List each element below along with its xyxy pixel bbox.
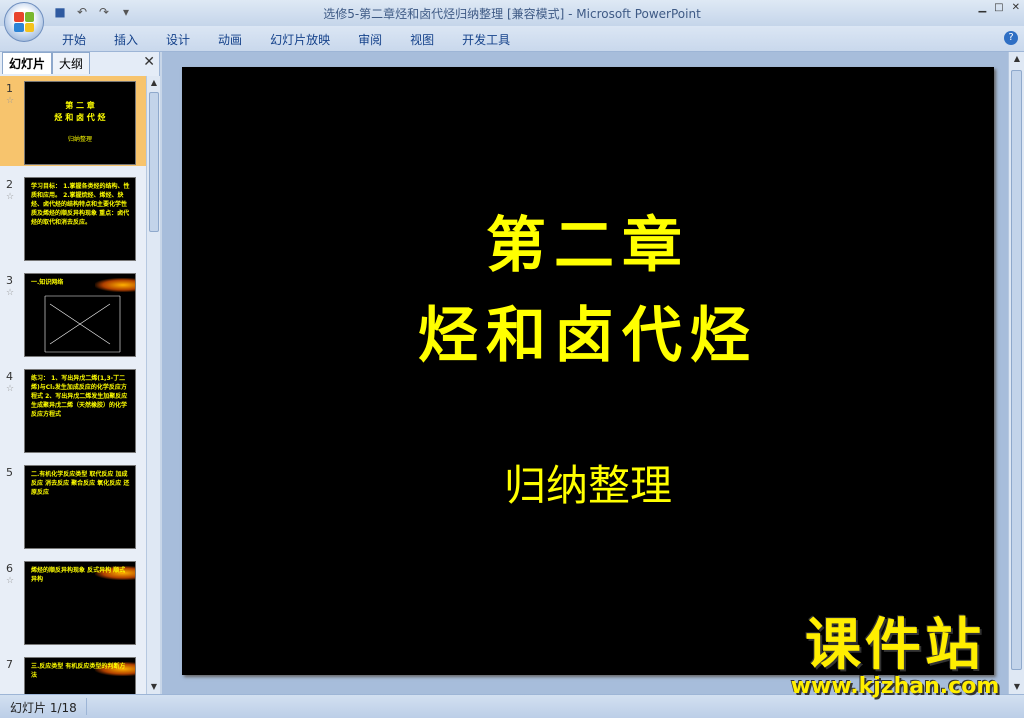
tab-view[interactable]: 视图 — [410, 31, 434, 48]
close-icon[interactable]: ✕ — [1012, 2, 1020, 13]
thumb-subtitle: 归纳整理 — [67, 136, 92, 143]
slide-preview: 学习目标： 1.掌握各类烃的结构、性质和应用。 2.掌握烷烃、烯烃、炔烃、卤代烃… — [24, 177, 136, 261]
watermark-title: 课件站 — [805, 612, 985, 678]
tab-animations[interactable]: 动画 — [218, 31, 242, 48]
slide-thumbnail[interactable]: 7 三.反应类型 有机反应类型的判断方法 — [0, 652, 146, 694]
animation-star-icon: ☆ — [6, 384, 15, 394]
editor-scrollbar[interactable]: ▲ ▼ — [1008, 52, 1024, 694]
thumb-text: 二.有机化学反应类型 取代反应 加成反应 消去反应 聚合反应 氧化反应 还原反应 — [31, 471, 130, 496]
slide-preview: 一.知识网络 — [24, 273, 136, 357]
slide-number: 3 — [6, 274, 13, 287]
scroll-up-icon[interactable]: ▲ — [147, 76, 161, 90]
tab-slides[interactable]: 幻灯片 — [2, 52, 53, 74]
watermark: 课件站 www.kjzhan.com — [770, 615, 1020, 699]
thumb-title-line: 第 二 章 — [65, 101, 95, 110]
panel-tabs: 幻灯片 大纲 — [2, 52, 158, 74]
slide-canvas[interactable]: 第二章 烃和卤代烃 归纳整理 — [182, 67, 994, 675]
slide-subtitle[interactable]: 归纳整理 — [182, 452, 994, 513]
help-icon[interactable]: ? — [1004, 31, 1018, 45]
thumbnail-scrollbar[interactable]: ▲ ▼ — [146, 76, 160, 694]
slide-thumbnail[interactable]: 6 ☆ 烯烃的顺反异构现象 反式异构 顺式异构 — [0, 556, 146, 646]
thumb-text: 学习目标： 1.掌握各类烃的结构、性质和应用。 2.掌握烷烃、烯烃、炔烃、卤代烃… — [31, 183, 130, 226]
window-title: 选修5-第二章烃和卤代烃归纳整理 [兼容模式] - Microsoft Powe… — [323, 7, 701, 21]
slides-panel: 幻灯片 大纲 ✕ 1 ☆ 第 二 章烃 和 卤 代 烃 归纳整理 2 ☆ 学习目… — [0, 52, 160, 694]
slide-number: 7 — [6, 658, 13, 671]
slide-thumbnail[interactable]: 5 二.有机化学反应类型 取代反应 加成反应 消去反应 聚合反应 氧化反应 还原… — [0, 460, 146, 550]
ribbon-tabs: 开始 插入 设计 动画 幻灯片放映 审阅 视图 开发工具 — [62, 31, 510, 48]
slide-number: 4 — [6, 370, 13, 383]
ribbon: 开始 插入 设计 动画 幻灯片放映 审阅 视图 开发工具 ? — [0, 26, 1024, 52]
animation-star-icon: ☆ — [6, 288, 15, 298]
knowledge-network-diagram — [44, 295, 121, 353]
window-controls: ▁ □ ✕ — [978, 2, 1020, 13]
status-separator — [86, 698, 87, 715]
slide-thumbnail[interactable]: 4 ☆ 练习： 1、写出异戊二烯(1,3-丁二烯)与Cl₂发生加成反应的化学反应… — [0, 364, 146, 454]
slide-thumbnail[interactable]: 2 ☆ 学习目标： 1.掌握各类烃的结构、性质和应用。 2.掌握烷烃、烯烃、炔烃… — [0, 172, 146, 262]
slide-preview: 三.反应类型 有机反应类型的判断方法 — [24, 657, 136, 694]
animation-star-icon: ☆ — [6, 192, 15, 202]
watermark-url: www.kjzhan.com — [790, 674, 1000, 699]
office-button[interactable] — [4, 2, 44, 42]
thumb-title-line: 烃 和 卤 代 烃 — [54, 113, 106, 122]
office-logo-icon — [14, 12, 34, 32]
tab-home[interactable]: 开始 — [62, 31, 86, 48]
animation-star-icon: ☆ — [6, 576, 15, 586]
tab-developer[interactable]: 开发工具 — [462, 31, 510, 48]
scroll-up-icon[interactable]: ▲ — [1010, 52, 1024, 66]
maximize-icon[interactable]: □ — [994, 2, 1003, 13]
tab-review[interactable]: 审阅 — [358, 31, 382, 48]
scroll-thumb[interactable] — [149, 92, 159, 232]
scroll-down-icon[interactable]: ▼ — [147, 680, 161, 694]
thumb-text: 练习： 1、写出异戊二烯(1,3-丁二烯)与Cl₂发生加成反应的化学反应方程式 … — [31, 375, 128, 418]
slide-number: 6 — [6, 562, 13, 575]
tab-insert[interactable]: 插入 — [114, 31, 138, 48]
slide-preview: 练习： 1、写出异戊二烯(1,3-丁二烯)与Cl₂发生加成反应的化学反应方程式 … — [24, 369, 136, 453]
thumbnail-list: 1 ☆ 第 二 章烃 和 卤 代 烃 归纳整理 2 ☆ 学习目标： 1.掌握各类… — [0, 76, 146, 694]
tab-design[interactable]: 设计 — [166, 31, 190, 48]
slide-count-status: 幻灯片 1/18 — [10, 701, 77, 715]
minimize-icon[interactable]: ▁ — [978, 2, 986, 13]
scroll-thumb[interactable] — [1011, 70, 1022, 670]
title-bar: ■ ↶ ↷ ▾ 选修5-第二章烃和卤代烃归纳整理 [兼容模式] - Micros… — [0, 0, 1024, 42]
slide-preview: 二.有机化学反应类型 取代反应 加成反应 消去反应 聚合反应 氧化反应 还原反应 — [24, 465, 136, 549]
slide-thumbnail[interactable]: 1 ☆ 第 二 章烃 和 卤 代 烃 归纳整理 — [0, 76, 146, 166]
slide-thumbnail[interactable]: 3 ☆ 一.知识网络 — [0, 268, 146, 358]
tab-slideshow[interactable]: 幻灯片放映 — [270, 31, 330, 48]
slide-number: 2 — [6, 178, 13, 191]
animation-star-icon: ☆ — [6, 96, 15, 106]
slide-number: 5 — [6, 466, 13, 479]
tab-outline[interactable]: 大纲 — [52, 52, 91, 74]
slide-title-line1[interactable]: 第二章 — [182, 197, 994, 284]
slide-title-line2[interactable]: 烃和卤代烃 — [182, 287, 994, 374]
thumb-text: 三.反应类型 有机反应类型的判断方法 — [31, 663, 126, 679]
slide-preview: 烯烃的顺反异构现象 反式异构 顺式异构 — [24, 561, 136, 645]
slide-editor: 第二章 烃和卤代烃 归纳整理 — [162, 52, 1008, 694]
panel-close-icon[interactable]: ✕ — [143, 54, 155, 70]
slide-number: 1 — [6, 82, 13, 95]
thumb-text: 烯烃的顺反异构现象 反式异构 顺式异构 — [31, 567, 126, 583]
slide-preview: 第 二 章烃 和 卤 代 烃 归纳整理 — [24, 81, 136, 165]
